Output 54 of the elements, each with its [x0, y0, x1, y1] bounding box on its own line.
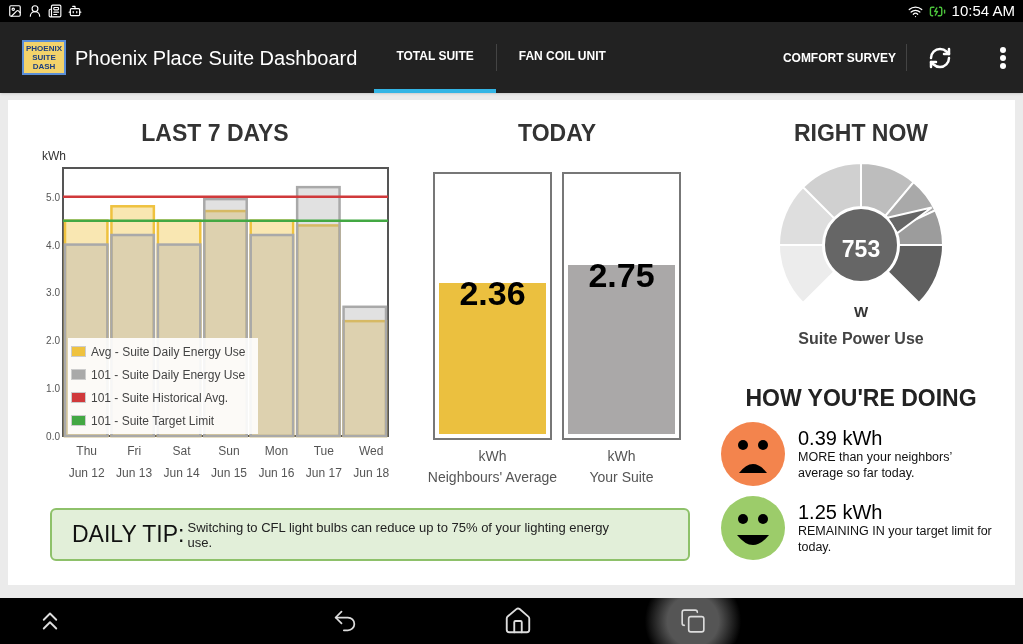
x-axis-label: Sat Jun 14 [162, 443, 201, 482]
section-heading: TODAY [518, 119, 596, 148]
meter-unit: kWh [478, 447, 507, 466]
legend-label: 101 - Suite Target Limit [91, 412, 215, 430]
gauge-unit: W [853, 302, 869, 322]
comparison-text: REMAINING IN your target limit for today. [798, 523, 993, 555]
image-icon [8, 4, 22, 18]
robot-icon [68, 4, 82, 18]
comparison-text: MORE than your neighbors’ average so far today. [798, 449, 953, 481]
section-heading: RIGHT NOW [793, 119, 929, 148]
meter-value: 2.36 [458, 273, 527, 315]
axis-unit-label: kWh [42, 149, 66, 163]
x-axis-label: Sun Jun 15 [209, 443, 248, 482]
comfort-survey-button[interactable]: COMFORT SURVEY [772, 22, 906, 93]
y-tick-label: 4.0 [46, 239, 60, 251]
meter-value: 2.75 [587, 254, 656, 296]
nav-tab[interactable]: FAN COIL UNIT [496, 22, 628, 93]
comparison-amount: 1.25 kWh [798, 501, 884, 523]
x-axis-label: Tue Jun 17 [304, 443, 343, 482]
nav-tab[interactable]: TOTAL SUITE [374, 22, 496, 93]
logo-text: SUITE [32, 53, 56, 62]
tip-text: Switching to CFL light bulbs can reduce up to 75% of your lighting energy use. [187, 519, 611, 550]
section-heading: LAST 7 DAYS [140, 119, 290, 148]
meter-label: Your Suite [589, 468, 654, 487]
wifi-icon [907, 3, 923, 19]
legend-label: Avg - Suite Daily Energy Use [91, 343, 246, 361]
menu-icon [1000, 46, 1006, 69]
x-axis-label: Thu Jun 12 [67, 443, 106, 482]
y-tick-label: 0.0 [46, 431, 60, 442]
app-title: Phoenix Place Suite Dashboard [75, 45, 358, 71]
comparison-amount: 0.39 kWh [798, 427, 884, 449]
logo-text: DASH [32, 62, 56, 71]
gauge-value: 753 [840, 235, 882, 264]
user-icon [28, 4, 42, 18]
y-tick-label: 2.0 [46, 335, 60, 347]
y-tick-label: 3.0 [46, 287, 60, 299]
logo-text: PHOENIX [26, 44, 62, 53]
x-axis-label: Fri Jun 13 [115, 443, 154, 482]
refresh-icon [928, 45, 952, 70]
clock-time: 10:54 AM [951, 0, 1015, 21]
tip-label: DAILY TIP: [72, 520, 185, 550]
legend-label: 101 - Suite Daily Energy Use [91, 366, 246, 384]
x-axis-label: Wed Jun 18 [352, 443, 391, 482]
x-axis-label: Mon Jun 16 [257, 443, 296, 482]
gauge-label: Suite Power Use [798, 328, 924, 349]
legend-label: 101 - Suite Historical Avg. [91, 389, 229, 407]
home-icon [503, 606, 533, 636]
newspaper-icon [48, 4, 62, 18]
y-tick-label: 5.0 [46, 191, 60, 203]
recent-apps-icon [680, 608, 706, 634]
y-tick-label: 1.0 [46, 383, 60, 395]
section-heading: HOW YOU'RE DOING [745, 383, 977, 413]
meter-label: Neighbours' Average [427, 468, 558, 487]
meter-unit: kWh [607, 447, 636, 466]
